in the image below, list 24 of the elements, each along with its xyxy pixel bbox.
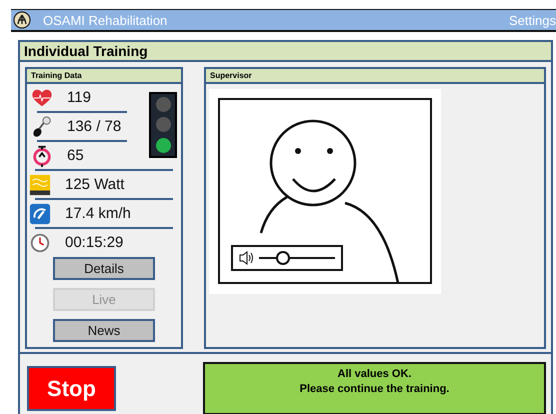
slider-thumb[interactable] bbox=[276, 251, 290, 265]
clock-icon bbox=[29, 232, 51, 254]
logo-icon bbox=[13, 11, 31, 29]
metric-value: 17.4 km/h bbox=[65, 205, 131, 222]
speaker-icon bbox=[239, 251, 255, 265]
panel-title: Supervisor bbox=[206, 69, 544, 84]
metric-value: 119 bbox=[67, 89, 91, 106]
speedometer-icon bbox=[29, 202, 51, 224]
stop-button[interactable]: Stop bbox=[27, 366, 116, 411]
app-title: OSAMI Rehabilitation bbox=[43, 12, 168, 28]
stopwatch-icon bbox=[31, 144, 53, 166]
settings-link[interactable]: Settings bbox=[509, 12, 556, 28]
metric-value: 125 Watt bbox=[65, 176, 124, 193]
nav-button[interactable]: News bbox=[53, 319, 155, 342]
nav-button[interactable]: Details bbox=[53, 257, 155, 280]
energy-icon bbox=[29, 174, 51, 196]
page-title: Individual Training bbox=[20, 42, 551, 62]
panel-title: Training Data bbox=[27, 69, 181, 84]
metric-value: 136 / 78 bbox=[67, 118, 122, 135]
blood-pressure-pump-icon bbox=[31, 116, 53, 138]
metric-value: 00:15:29 bbox=[65, 234, 124, 251]
metric-value: 65 bbox=[67, 147, 84, 164]
message-line: All values OK. bbox=[338, 367, 412, 382]
message-line: Please continue the training. bbox=[300, 382, 450, 397]
